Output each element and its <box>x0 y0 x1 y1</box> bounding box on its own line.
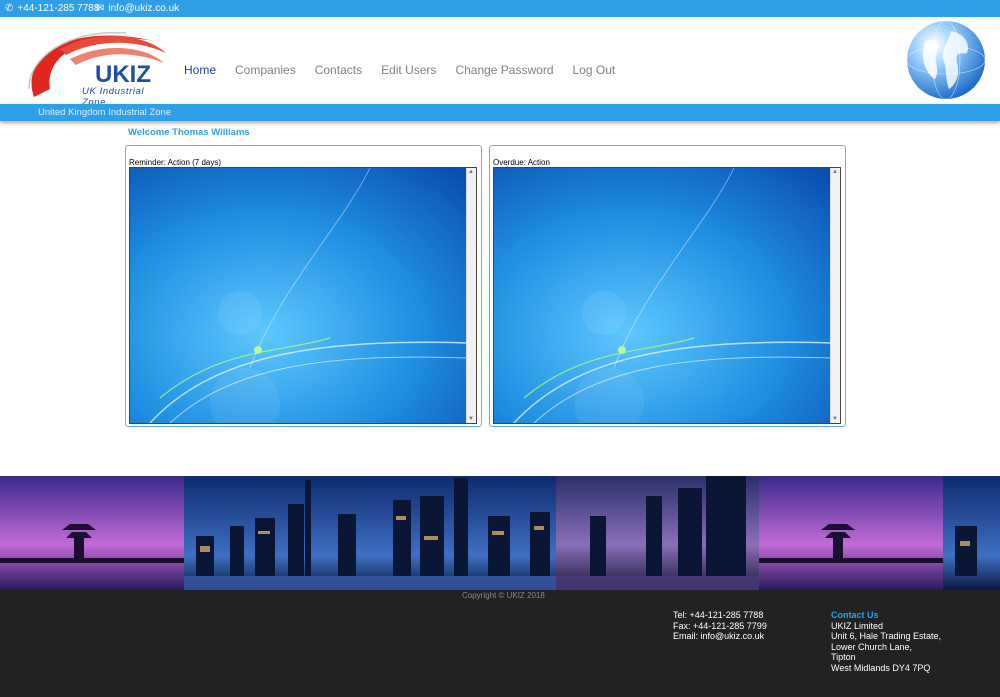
footer-address: Contact Us UKIZ Limited Unit 6, Hale Tra… <box>831 610 941 674</box>
footer-tel: Tel: +44-121-285 7788 <box>673 610 764 620</box>
envelope-icon: ✉ <box>96 3 105 14</box>
site-footer: Copyright © UKIZ 2018 Tel: +44-121-285 7… <box>0 590 1000 697</box>
topbar-email[interactable]: info@ukiz.co.uk <box>108 0 179 17</box>
nav-companies[interactable]: Companies <box>235 63 296 77</box>
logo-wordmark: UKIZ <box>95 61 151 88</box>
address-line: Lower Church Lane, <box>831 641 913 652</box>
phone-icon: ✆ <box>5 3 14 14</box>
overdue-panel-label: Overdue: Action <box>493 158 550 167</box>
address-line: Tipton <box>831 652 856 663</box>
overdue-frame[interactable]: ▲ ▼ <box>493 167 841 424</box>
nav-edit-users[interactable]: Edit Users <box>381 63 436 77</box>
ukiz-logo[interactable]: UKIZ UK Industrial Zone <box>26 19 168 108</box>
top-contact-bar: ✆ +44-121-285 7788 ✉ info@ukiz.co.uk <box>0 0 1000 17</box>
reminder-panel-label: Reminder: Action (7 days) <box>129 158 222 167</box>
footer-fax: Fax: +44-121-285 7799 <box>673 620 767 631</box>
nav-home[interactable]: Home <box>184 63 216 77</box>
tagline-bar: United Kingdom Industrial Zone <box>0 104 1000 121</box>
nav-change-password[interactable]: Change Password <box>455 63 553 77</box>
reminder-scrollbar[interactable]: ▲ ▼ <box>466 168 476 423</box>
nav-log-out[interactable]: Log Out <box>573 63 616 77</box>
footer-email[interactable]: Email: info@ukiz.co.uk <box>673 631 767 642</box>
welcome-message: Welcome Thomas Williams <box>128 127 250 138</box>
tagline-text: United Kingdom Industrial Zone <box>38 107 172 118</box>
footer-contact-details: Tel: +44-121-285 7788 Fax: +44-121-285 7… <box>673 610 767 642</box>
reminder-panel: Reminder: Action (7 days) ▲ ▼ <box>125 145 482 427</box>
site-header: UKIZ UK Industrial Zone Home Companies C… <box>0 17 1000 108</box>
reminder-wallpaper <box>130 168 467 423</box>
address-line: UKIZ Limited <box>831 620 884 631</box>
nav-contacts[interactable]: Contacts <box>315 63 362 77</box>
overdue-wallpaper <box>494 168 831 423</box>
overdue-panel: Overdue: Action ▲ ▼ <box>489 145 846 427</box>
overdue-scrollbar[interactable]: ▲ ▼ <box>830 168 840 423</box>
reminder-frame[interactable]: ▲ ▼ <box>129 167 477 424</box>
city-skyline-banner <box>0 476 1000 590</box>
topbar-phone: +44-121-285 7788 <box>17 3 100 14</box>
main-nav: Home Companies Contacts Edit Users Chang… <box>184 63 634 77</box>
globe-icon <box>906 20 986 100</box>
contact-us-title: Contact Us <box>831 610 879 620</box>
address-line: Unit 6, Hale Trading Estate, <box>831 631 942 642</box>
copyright-text: Copyright © UKIZ 2018 <box>462 591 545 600</box>
address-line: West Midlands DY4 7PQ <box>831 662 931 673</box>
